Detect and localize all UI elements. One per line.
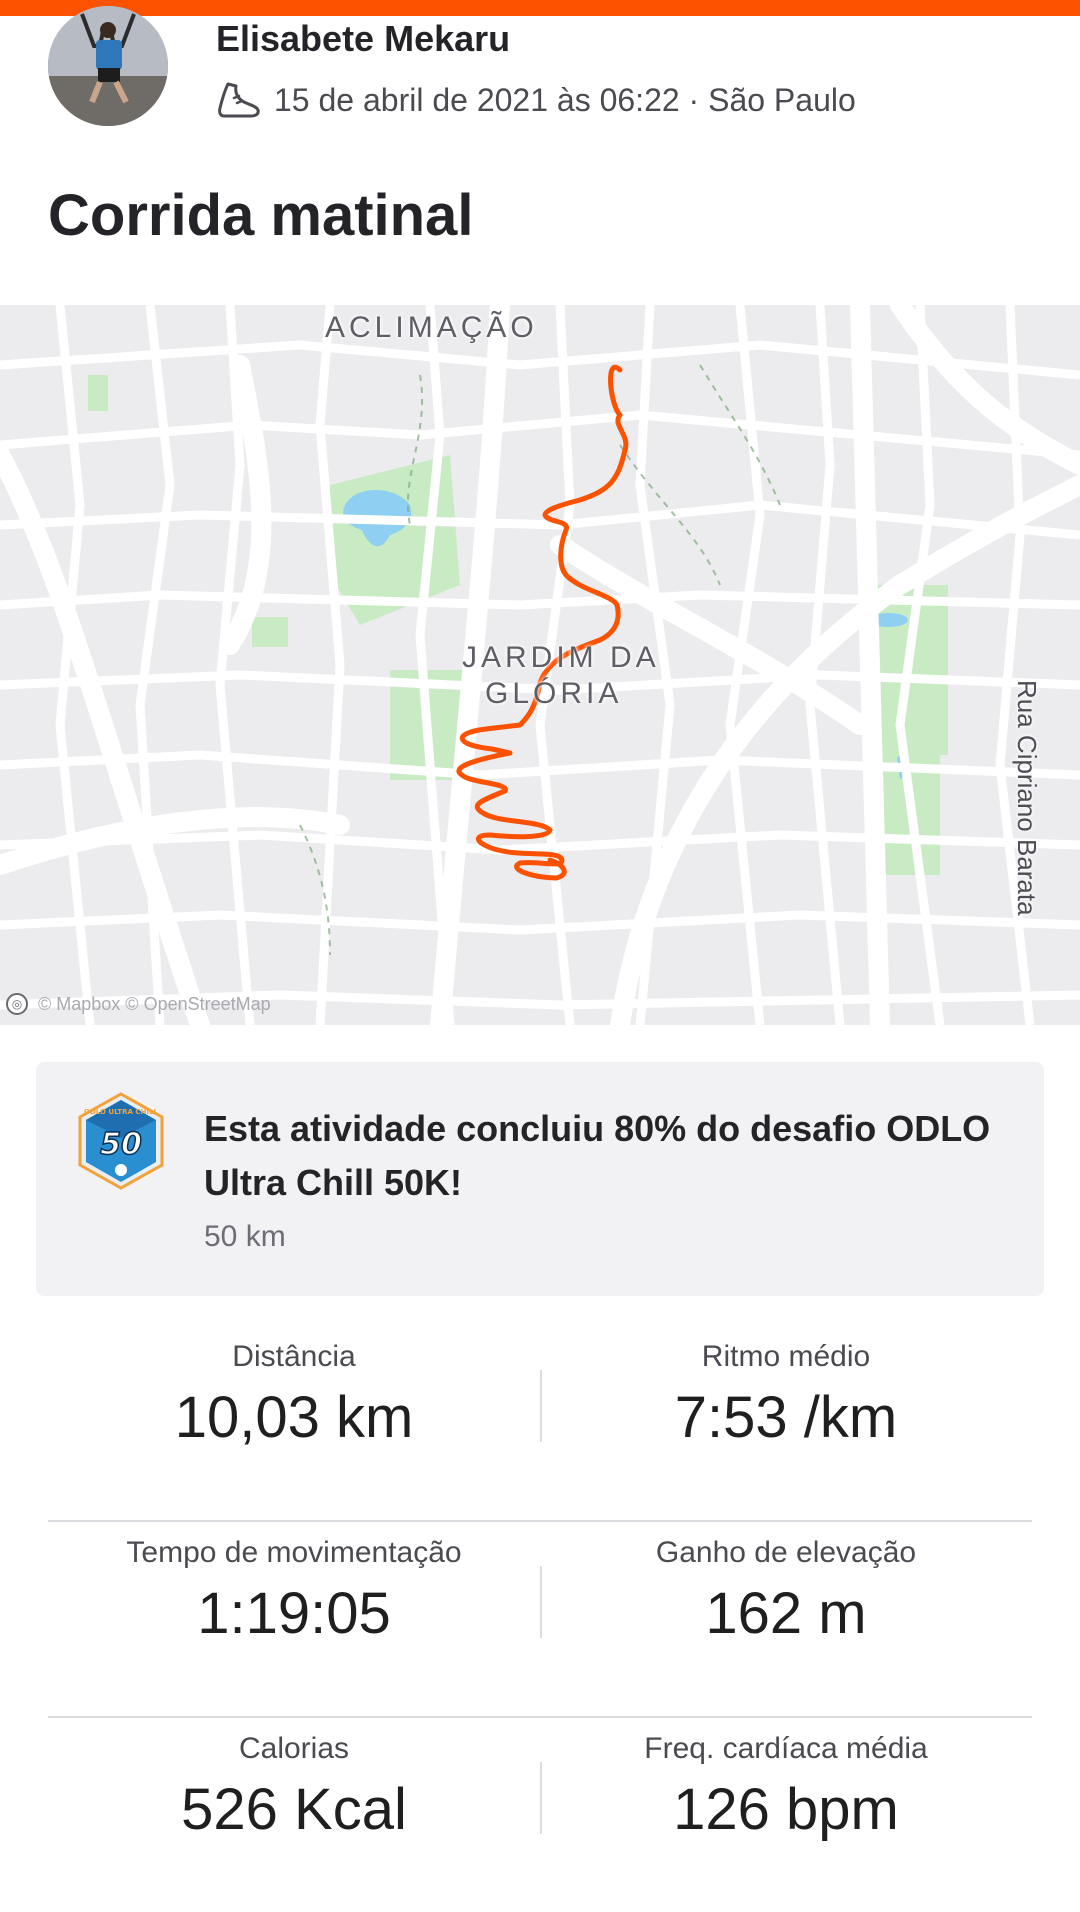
stat-label: Tempo de movimentação [126, 1536, 462, 1569]
stat-label: Distância [232, 1340, 356, 1373]
stat-value: 162 m [705, 1581, 867, 1646]
stats-row: Distância 10,03 km Ritmo médio 7:53 /km [48, 1326, 1032, 1522]
stat-label: Ganho de elevação [655, 1536, 917, 1569]
mapbox-logo-icon: ◎ [6, 993, 28, 1015]
stat-value: 526 Kcal [181, 1777, 407, 1842]
badge-number: 50 [100, 1127, 142, 1162]
activity-stats: Distância 10,03 km Ritmo médio 7:53 /km … [48, 1326, 1032, 1912]
stat-label: Freq. cardíaca média [644, 1732, 928, 1765]
activity-header: Elisabete Mekaru 15 de abril de 2021 às … [0, 0, 1080, 150]
attribution-text: © Mapbox © OpenStreetMap [38, 993, 271, 1014]
park-area [88, 375, 108, 411]
stat-value: 126 bpm [673, 1777, 899, 1842]
stat-value: 1:19:05 [197, 1581, 391, 1646]
map-label-street: Rua Cipriano Barata [1012, 680, 1042, 916]
activity-title: Corrida matinal [48, 183, 474, 248]
shoe-icon [218, 82, 260, 118]
route-map[interactable]: ACLIMAÇÃO JARDIM DA GLÓRIA Rua Cipriano … [0, 305, 1080, 1025]
park-area [252, 617, 288, 647]
stat-label: Calorias [238, 1732, 350, 1765]
stat-value: 10,03 km [174, 1385, 414, 1450]
map-attribution[interactable]: ◎ © Mapbox © OpenStreetMap [6, 989, 271, 1019]
avatar-photo [48, 6, 168, 126]
map-label-aclimacao: ACLIMAÇÃO [325, 311, 538, 344]
stat-value: 7:53 /km [674, 1385, 898, 1450]
stats-row: Calorias 526 Kcal Freq. cardíaca média 1… [48, 1718, 1032, 1912]
challenge-card[interactable]: 50 ODLO ULTRA CHILL Esta atividade concl… [36, 1062, 1044, 1296]
stats-row: Tempo de movimentação 1:19:05 Ganho de e… [48, 1522, 1032, 1718]
activity-date-location: 15 de abril de 2021 às 06:22 · São Paulo [274, 81, 856, 118]
challenge-badge-icon: 50 ODLO ULTRA CHILL [78, 1092, 164, 1190]
stat-label: Ritmo médio [701, 1340, 871, 1373]
challenge-text: Esta atividade concluiu 80% do desafio O… [204, 1108, 991, 1203]
stat-calories: Calorias 526 Kcal [48, 1718, 540, 1843]
challenge-distance: 50 km [204, 1220, 286, 1253]
stat-distance: Distância 10,03 km [48, 1326, 540, 1451]
athlete-name[interactable]: Elisabete Mekaru [216, 18, 510, 60]
stat-pace: Ritmo médio 7:53 /km [540, 1326, 1032, 1451]
stat-moving-time: Tempo de movimentação 1:19:05 [48, 1522, 540, 1647]
map-label-jardim-da: JARDIM DA [462, 641, 660, 674]
activity-meta: 15 de abril de 2021 às 06:22 · São Paulo [214, 78, 856, 122]
stat-heart-rate: Freq. cardíaca média 126 bpm [540, 1718, 1032, 1843]
map-label-gloria: GLÓRIA [485, 677, 623, 710]
avatar[interactable] [48, 6, 168, 126]
badge-text: ODLO ULTRA CHILL [84, 1108, 158, 1116]
stat-elevation: Ganho de elevação 162 m [540, 1522, 1032, 1647]
